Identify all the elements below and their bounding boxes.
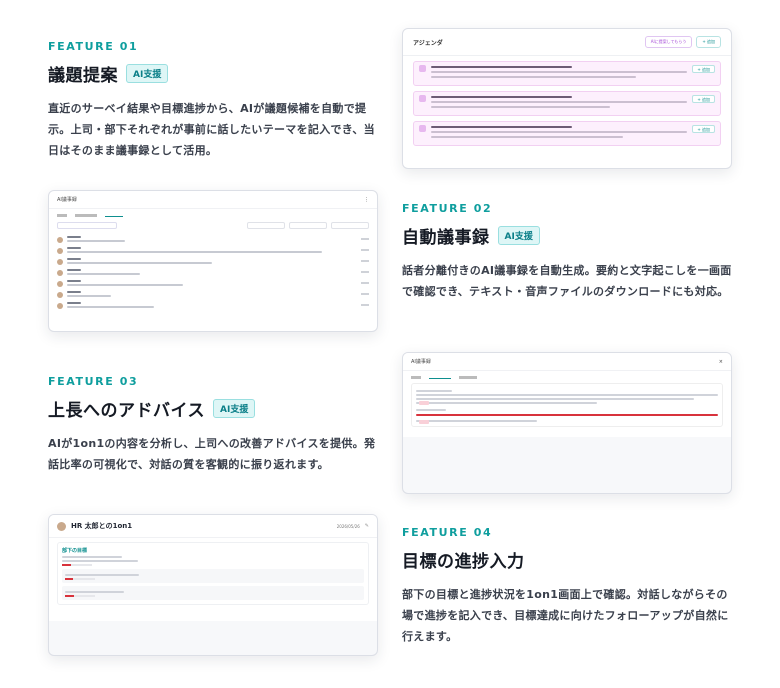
summary-title: AI議事録: [411, 359, 431, 365]
feature-description: AIが1on1の内容を分析し、上司への改善アドバイスを提供。発話比率の可視化で、…: [48, 437, 376, 471]
goal-section-title: 部下の目標: [62, 548, 88, 554]
feature-title: 目標の進捗入力: [402, 552, 525, 572]
transcript-row: [49, 267, 377, 278]
transcript-title: AI議事録: [57, 197, 77, 203]
transcript-row: [49, 234, 377, 245]
transcript-row: [49, 245, 377, 256]
ai-support-badge: AI支援: [497, 226, 540, 245]
feature-label: FEATURE 03: [48, 375, 139, 388]
agenda-item-add-button[interactable]: + 追加: [692, 125, 715, 133]
ai-suggest-button[interactable]: AIに提案してもらう: [644, 36, 693, 48]
download-button[interactable]: [331, 222, 369, 229]
goal-screenshot: HR 太郎との1on1 2026/05/26 ✎ 部下の目標: [48, 514, 378, 656]
feature-04: FEATURE 04 目標の進捗入力 部下の目標と進捗状況を1on1画面上で確認…: [402, 526, 732, 647]
agenda-item-icon: [419, 95, 426, 102]
summary-tabs[interactable]: [403, 371, 731, 379]
agenda-item-add-button[interactable]: + 追加: [692, 65, 715, 73]
feature-01: FEATURE 01 議題提案 AI支援 直近のサーベイ結果や目標進捗から、AI…: [48, 40, 378, 161]
summary-screenshot: AI議事録 ×: [402, 352, 732, 494]
goal-sub-item[interactable]: [62, 586, 364, 600]
feature-title: 議題提案: [48, 66, 118, 86]
transcript-row: [49, 278, 377, 289]
download-button[interactable]: [289, 222, 327, 229]
feature-title: 上長へのアドバイス: [48, 401, 205, 421]
agenda-item[interactable]: + 追加: [413, 61, 721, 86]
download-button[interactable]: [247, 222, 285, 229]
transcript-tabs[interactable]: [49, 209, 377, 217]
more-icon[interactable]: ⋮: [364, 197, 369, 203]
feature-label: FEATURE 01: [48, 40, 139, 53]
agenda-item-icon: [419, 65, 426, 72]
add-agenda-button[interactable]: + 追加: [696, 36, 721, 48]
goal-card: 部下の目標: [57, 542, 369, 605]
goal-progress-bar: [62, 564, 92, 566]
ai-support-badge: AI支援: [213, 399, 256, 418]
agenda-item-icon: [419, 125, 426, 132]
goal-progress-bar: [65, 595, 95, 597]
transcript-search-input[interactable]: [57, 222, 117, 229]
agenda-item[interactable]: + 追加: [413, 121, 721, 146]
feature-03: FEATURE 03 上長へのアドバイス AI支援 AIが1on1の内容を分析し…: [48, 375, 378, 475]
agenda-screenshot: アジェンダ AIに提案してもらう + 追加 + 追加 + 追加 + 追加: [402, 28, 732, 169]
goal-sub-item[interactable]: [62, 569, 364, 583]
goal-progress-bar: [65, 578, 95, 580]
meeting-date: 2026/05/26: [336, 523, 360, 529]
edit-icon[interactable]: ✎: [365, 523, 369, 529]
feature-label: FEATURE 04: [402, 526, 493, 539]
transcript-row: [49, 256, 377, 267]
feature-description: 部下の目標と進捗状況を1on1画面上で確認。対話しながらその場で進捗を記入でき、…: [402, 588, 729, 643]
agenda-item[interactable]: + 追加: [413, 91, 721, 116]
feature-label: FEATURE 02: [402, 202, 493, 215]
goal-page-title: HR 太郎との1on1: [71, 522, 133, 530]
ai-support-badge: AI支援: [126, 64, 169, 83]
agenda-item-add-button[interactable]: + 追加: [692, 95, 715, 103]
transcript-row: [49, 289, 377, 300]
avatar: [57, 521, 66, 531]
summary-box: [411, 383, 723, 427]
transcript-row: [49, 300, 377, 311]
feature-title: 自動議事録: [402, 228, 490, 248]
speaking-ratio-bar: [416, 414, 718, 416]
agenda-title: アジェンダ: [413, 39, 443, 47]
transcript-screenshot: AI議事録 ⋮: [48, 190, 378, 332]
close-icon[interactable]: ×: [719, 359, 723, 365]
feature-description: 話者分離付きのAI議事録を自動生成。要約と文字起こしを一画面で確認でき、テキスト…: [402, 264, 732, 298]
feature-description: 直近のサーベイ結果や目標進捗から、AIが議題候補を自動で提示。上司・部下それぞれ…: [48, 102, 375, 157]
feature-02: FEATURE 02 自動議事録 AI支援 話者分離付きのAI議事録を自動生成。…: [402, 202, 732, 302]
